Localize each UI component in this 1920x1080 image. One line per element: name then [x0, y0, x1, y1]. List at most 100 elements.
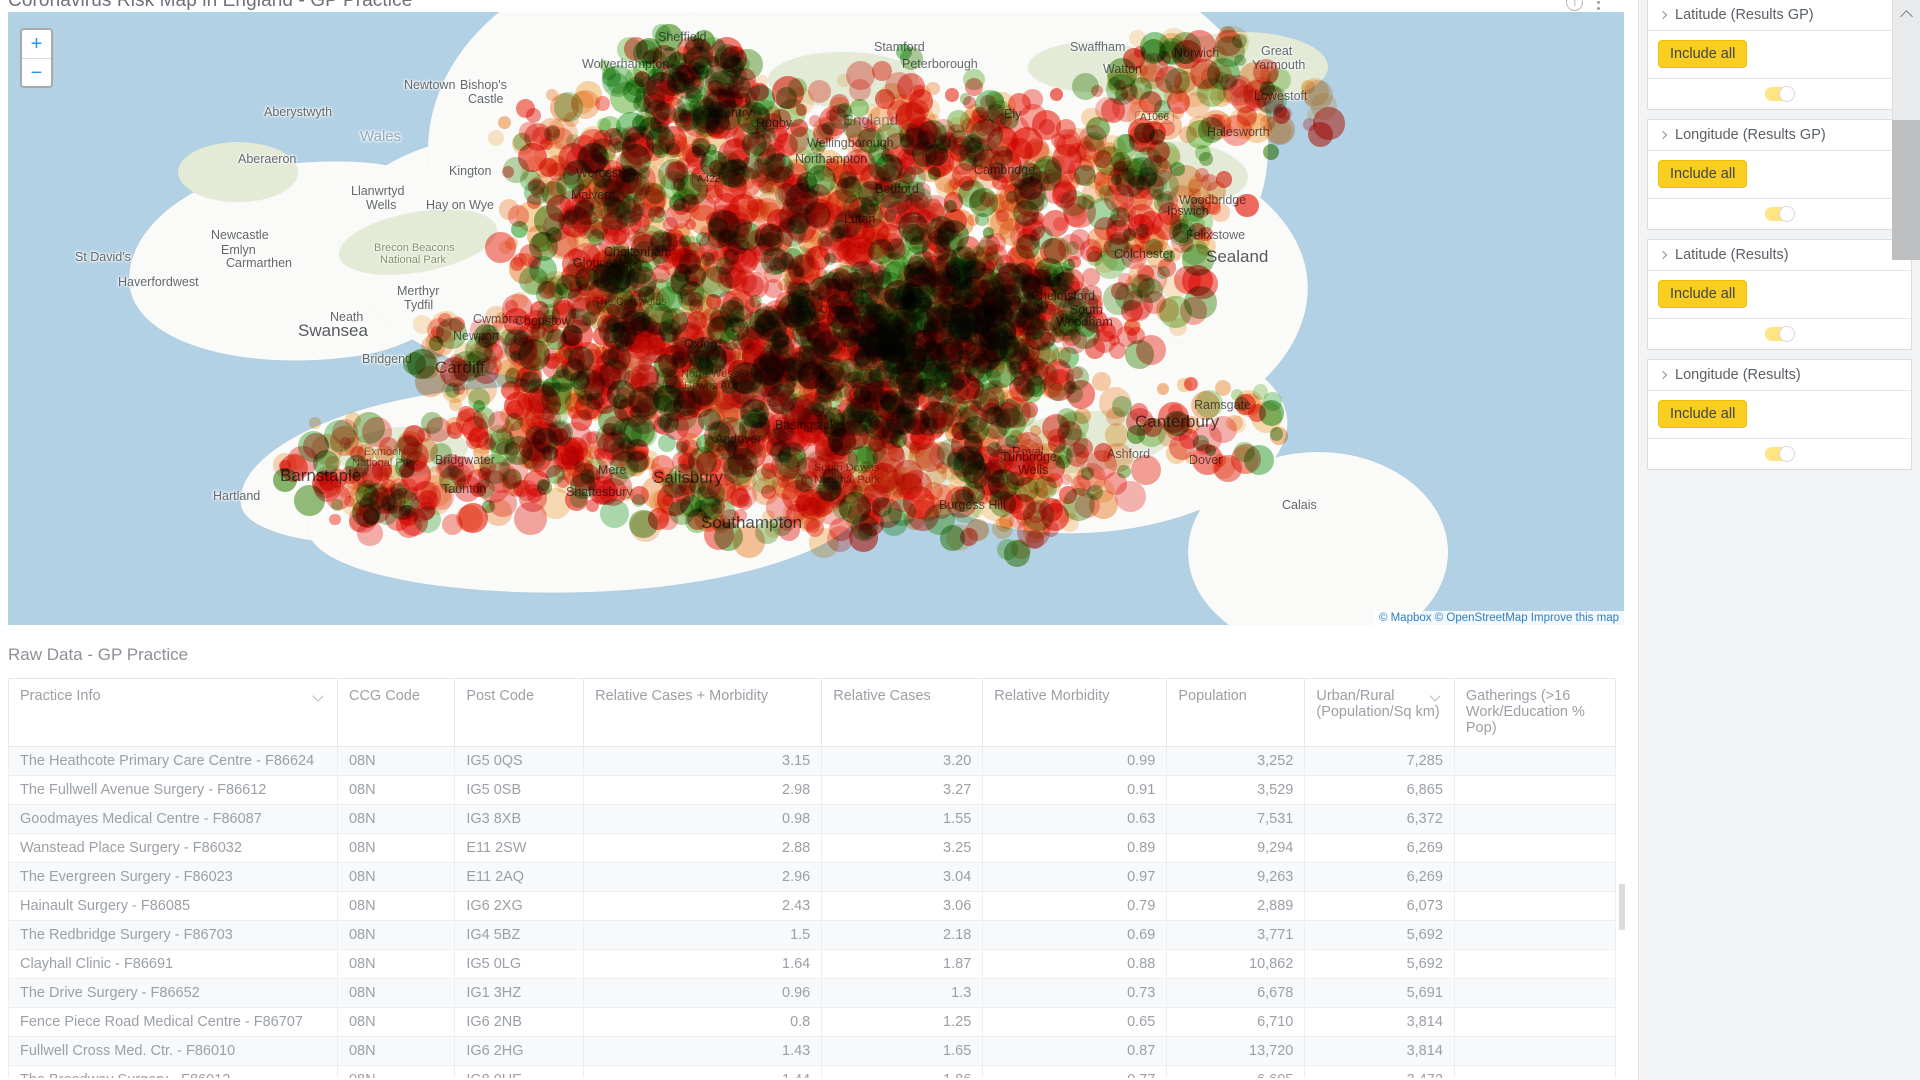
map-risk-marker[interactable] [900, 134, 914, 148]
map-risk-marker[interactable] [638, 285, 656, 303]
map-risk-marker[interactable] [1008, 246, 1030, 267]
map-risk-marker[interactable] [827, 525, 854, 552]
kebab-menu-icon[interactable] [1597, 0, 1601, 10]
map-risk-marker[interactable] [1081, 195, 1095, 209]
map-risk-marker[interactable] [699, 259, 718, 278]
table-row[interactable]: The Broadway Surgery - F8601208NIG8 0HE1… [8, 1065, 1616, 1078]
map-risk-marker[interactable] [1030, 424, 1042, 436]
map-risk-marker[interactable] [1157, 265, 1171, 279]
map-risk-marker[interactable] [1129, 29, 1147, 47]
map-risk-marker[interactable] [1060, 417, 1075, 432]
table-row[interactable]: The Redbridge Surgery - F86703 08N IG4 5BZ… [8, 920, 1616, 950]
map-risk-marker[interactable] [1229, 416, 1247, 433]
map-risk-marker[interactable] [1067, 255, 1081, 269]
risk-map[interactable]: WalesEnglandSealandAberystwythAberaeronN… [8, 12, 1624, 625]
map-risk-marker[interactable] [1053, 143, 1066, 155]
map-risk-marker[interactable] [678, 252, 701, 275]
map-risk-marker[interactable] [959, 93, 972, 105]
map-risk-marker[interactable] [540, 382, 573, 415]
map-risk-marker[interactable] [496, 426, 513, 443]
map-risk-marker[interactable] [941, 285, 955, 300]
map-risk-marker[interactable] [733, 270, 758, 294]
map-risk-marker[interactable] [602, 430, 633, 461]
map-risk-marker[interactable] [897, 472, 921, 496]
map-risk-marker[interactable] [1059, 485, 1078, 504]
table-column-header-3[interactable]: Relative Cases + Morbidity [583, 678, 823, 747]
map-risk-marker[interactable] [867, 285, 897, 314]
map-risk-marker[interactable] [860, 383, 887, 410]
table-column-header-0[interactable]: Practice Info [8, 678, 338, 747]
map-risk-marker[interactable] [444, 383, 460, 399]
mapbox-link[interactable]: © Mapbox [1379, 612, 1432, 624]
zoom-out-button[interactable]: − [22, 58, 51, 86]
map-risk-marker[interactable] [1233, 441, 1255, 463]
map-risk-marker[interactable] [507, 357, 537, 387]
map-risk-marker[interactable] [833, 499, 853, 519]
map-risk-marker[interactable] [935, 227, 964, 257]
map-risk-marker[interactable] [1250, 400, 1283, 433]
map-risk-marker[interactable] [932, 416, 946, 431]
map-risk-marker[interactable] [558, 331, 580, 353]
map-risk-marker[interactable] [711, 515, 730, 534]
map-risk-marker[interactable] [515, 98, 535, 118]
map-risk-marker[interactable] [733, 508, 747, 523]
map-risk-marker[interactable] [945, 257, 974, 286]
table-row[interactable]: The Drive Surgery - F86652 08N IG1 3HZ 0.96… [8, 978, 1616, 1008]
map-risk-marker[interactable] [489, 489, 517, 518]
table-column-header-5[interactable]: Relative Morbidity [982, 678, 1168, 747]
table-row[interactable]: The Heathcote Primary Care Centre - F866… [8, 746, 1616, 776]
map-zoom-controls[interactable]: + − [20, 28, 53, 88]
table-column-header-7[interactable]: Urban/Rural (Population/Sq km) [1304, 678, 1455, 747]
map-risk-marker[interactable] [510, 291, 529, 309]
map-risk-marker[interactable] [1125, 340, 1154, 369]
map-risk-marker[interactable] [642, 456, 655, 469]
map-risk-marker[interactable] [805, 518, 824, 538]
map-risk-marker[interactable] [1163, 250, 1175, 262]
table-row[interactable]: Hainault Surgery - F86085 08N IG6 2XG 2.43 3… [8, 891, 1616, 921]
map-risk-marker[interactable] [1108, 334, 1120, 346]
map-risk-marker[interactable] [495, 312, 507, 324]
map-risk-marker[interactable] [697, 176, 721, 200]
map-risk-marker[interactable] [773, 127, 789, 143]
map-risk-marker[interactable] [992, 174, 1008, 191]
map-risk-marker[interactable] [975, 239, 999, 262]
map-risk-marker[interactable] [1090, 84, 1104, 98]
map-risk-marker[interactable] [612, 321, 626, 336]
map-risk-marker[interactable] [825, 459, 839, 474]
map-risk-marker[interactable] [708, 208, 734, 234]
filter-toggle-switch[interactable] [1765, 326, 1795, 342]
map-risk-marker[interactable] [849, 338, 874, 363]
map-risk-marker[interactable] [515, 200, 547, 232]
map-risk-marker[interactable] [894, 209, 909, 224]
map-risk-marker[interactable] [699, 36, 727, 65]
map-risk-marker[interactable] [672, 450, 695, 474]
table-row[interactable]: The Fullwell Avenue Surgery - F86612 08N I… [8, 775, 1616, 805]
table-row[interactable]: Goodmayes Medical Centre - F86087 08N IG3 … [8, 804, 1616, 834]
map-risk-marker[interactable] [628, 379, 642, 393]
map-risk-marker[interactable] [751, 170, 768, 188]
table-column-header-4[interactable]: Relative Cases [821, 678, 984, 747]
map-risk-marker[interactable] [1063, 328, 1081, 347]
table-column-header-1[interactable]: CCG Code [336, 678, 456, 747]
map-risk-marker[interactable] [1015, 510, 1032, 527]
map-risk-marker[interactable] [980, 341, 997, 358]
map-risk-marker[interactable] [736, 494, 753, 510]
raw-data-table-container[interactable]: Practice Info CCG Code Post Code Relative C… [8, 678, 1616, 1078]
map-risk-marker[interactable] [1266, 68, 1291, 93]
map-risk-marker[interactable] [824, 268, 855, 298]
map-risk-marker[interactable] [303, 433, 329, 459]
map-risk-marker[interactable] [563, 437, 589, 462]
map-risk-marker[interactable] [925, 328, 958, 362]
map-risk-marker[interactable] [764, 248, 788, 271]
map-risk-marker[interactable] [759, 224, 782, 247]
map-risk-marker[interactable] [446, 422, 464, 439]
map-risk-marker[interactable] [1232, 33, 1247, 49]
map-risk-marker[interactable] [861, 493, 876, 507]
map-risk-marker[interactable] [592, 327, 610, 345]
table-column-header-8[interactable]: Gatherings (>16 Work/Education % Pop) [1453, 678, 1616, 747]
map-risk-marker[interactable] [1113, 134, 1138, 159]
map-risk-marker[interactable] [1105, 406, 1125, 426]
map-risk-marker[interactable] [882, 476, 900, 494]
map-risk-marker[interactable] [1172, 39, 1202, 70]
info-icon[interactable] [1566, 0, 1583, 11]
